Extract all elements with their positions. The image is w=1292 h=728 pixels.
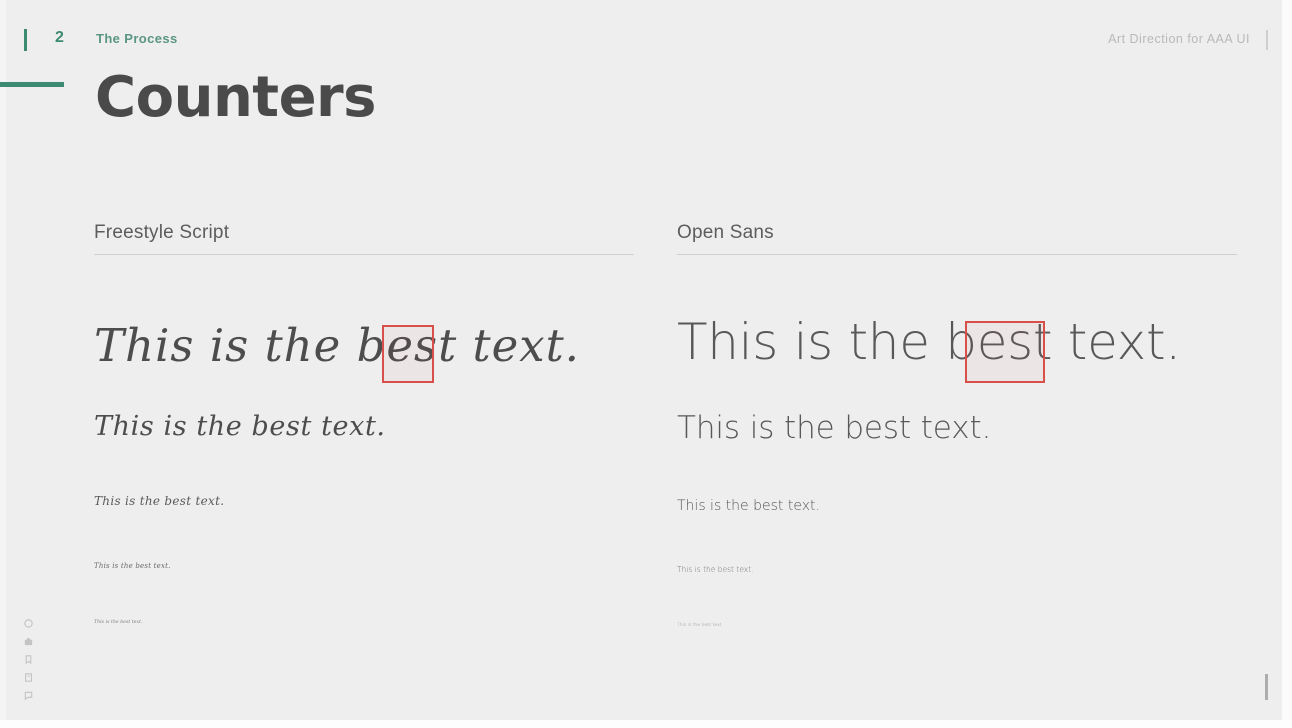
- column-divider: [677, 254, 1237, 255]
- comment-icon[interactable]: [23, 690, 34, 701]
- specimen-column-freestyle-script: Freestyle Script This is the best text. …: [94, 222, 634, 625]
- header-section-label: The Process: [96, 31, 178, 46]
- page-title: Counters: [95, 65, 377, 130]
- specimen-line: This is the best text.: [94, 411, 386, 442]
- icon-rail: [18, 618, 38, 701]
- header-course-label: Art Direction for AAA UI: [1108, 32, 1250, 46]
- page-marker-icon: [1265, 674, 1268, 700]
- slide-edge-bottom: [0, 720, 1292, 728]
- specimen-column-open-sans: Open Sans This is the best text. This is…: [677, 222, 1237, 628]
- bookmark-icon[interactable]: [23, 654, 34, 665]
- column-heading: Freestyle Script: [94, 222, 230, 243]
- specimen-line: This is the best text.: [677, 498, 820, 514]
- title-accent-rule: [0, 82, 64, 87]
- header-course-tick-icon: [1266, 30, 1268, 50]
- specimen-line: This is the best text.: [677, 565, 754, 574]
- briefcase-icon[interactable]: [23, 636, 34, 647]
- specimen-line: This is the best text.: [94, 562, 171, 570]
- specimen-line: This is the best text.: [677, 313, 1181, 371]
- specimen-line: This is the best text.: [94, 319, 580, 372]
- circle-icon[interactable]: [23, 618, 34, 629]
- slide-edge-right: [1282, 0, 1292, 728]
- column-divider: [94, 254, 634, 255]
- specimen-line: This is the best text.: [677, 623, 723, 628]
- column-heading: Open Sans: [677, 222, 774, 243]
- specimen-line: This is the best text.: [94, 620, 143, 625]
- specimen-line: This is the best text.: [94, 494, 225, 508]
- slide-canvas: 2 The Process Art Direction for AAA UI C…: [0, 0, 1292, 728]
- slide-edge-left: [0, 0, 6, 728]
- header-section-number: 2: [55, 29, 65, 46]
- note-icon[interactable]: [23, 672, 34, 683]
- header-tick-icon: [24, 29, 27, 51]
- specimen-line: This is the best text.: [677, 410, 992, 446]
